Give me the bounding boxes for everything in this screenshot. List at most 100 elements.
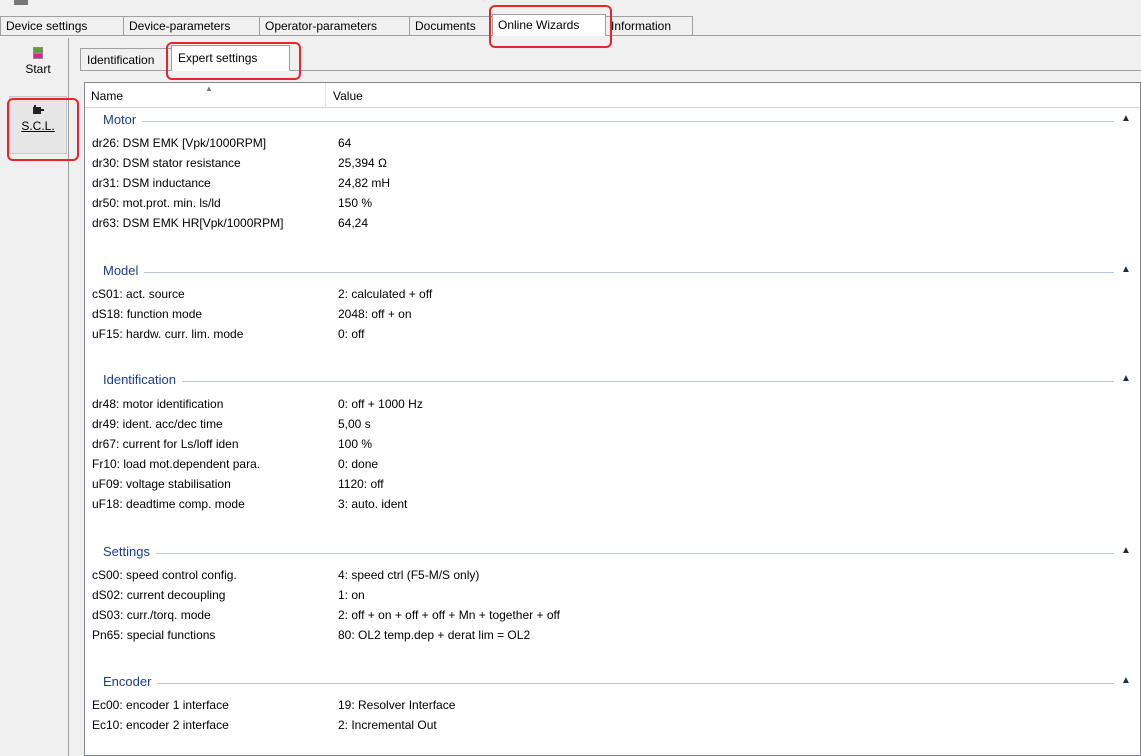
- motor-icon: [33, 105, 44, 114]
- param-value[interactable]: 24,82 mH: [338, 176, 390, 190]
- table-row[interactable]: dr49: ident. acc/dec time 5,00 s: [85, 414, 1140, 434]
- param-value[interactable]: 19: Resolver Interface: [338, 698, 455, 712]
- nav-scl-label: S.C.L.: [21, 119, 55, 133]
- param-value[interactable]: 4: speed ctrl (F5-M/S only): [338, 568, 479, 582]
- table-row[interactable]: cS01: act. source 2: calculated + off: [85, 284, 1140, 304]
- param-value[interactable]: 2: calculated + off: [338, 287, 432, 301]
- group-divider: [103, 121, 1114, 122]
- param-value[interactable]: 0: off + 1000 Hz: [338, 397, 423, 411]
- table-row[interactable]: Ec00: encoder 1 interface 19: Resolver In…: [85, 695, 1140, 715]
- left-nav: Start S.C.L.: [6, 38, 69, 756]
- window-top-strip: [0, 0, 1141, 12]
- param-name: dS18: function mode: [92, 307, 203, 321]
- param-name: dr30: DSM stator resistance: [92, 156, 241, 170]
- param-value[interactable]: 2048: off + on: [338, 307, 412, 321]
- chevron-up-icon[interactable]: ▲: [1120, 113, 1132, 125]
- param-name: dr63: DSM EMK HR[Vpk/1000RPM]: [92, 216, 284, 230]
- tab-device-parameters[interactable]: Device-parameters: [123, 16, 260, 35]
- param-name: dS02: current decoupling: [92, 588, 226, 602]
- group-encoder[interactable]: Encoder ▲: [85, 672, 1140, 692]
- group-title: Model: [103, 263, 145, 278]
- subtab-expert-settings[interactable]: Expert settings: [171, 45, 290, 71]
- param-name: dr26: DSM EMK [Vpk/1000RPM]: [92, 136, 267, 150]
- table-row[interactable]: Pn65: special functions 80: OL2 temp.dep …: [85, 625, 1140, 645]
- keb-drive-icon: [33, 47, 43, 59]
- param-name: dr49: ident. acc/dec time: [92, 417, 223, 431]
- param-name: uF15: hardw. curr. lim. mode: [92, 327, 244, 341]
- param-name: uF18: deadtime comp. mode: [92, 497, 245, 511]
- table-row[interactable]: dr63: DSM EMK HR[Vpk/1000RPM] 64,24: [85, 213, 1140, 233]
- group-model[interactable]: Model ▲: [85, 261, 1140, 281]
- group-title: Identification: [103, 372, 182, 387]
- chevron-up-icon[interactable]: ▲: [1120, 264, 1132, 276]
- group-divider: [103, 272, 1114, 273]
- chevron-up-icon[interactable]: ▲: [1120, 373, 1132, 385]
- group-motor[interactable]: Motor ▲: [85, 110, 1140, 130]
- table-row[interactable]: cS00: speed control config. 4: speed ctrl…: [85, 565, 1140, 585]
- param-name: uF09: voltage stabilisation: [92, 477, 231, 491]
- param-value[interactable]: 25,394 Ω: [338, 156, 387, 170]
- table-row[interactable]: dr67: current for Ls/loff iden 100 %: [85, 434, 1140, 454]
- group-identification[interactable]: Identification ▲: [85, 370, 1140, 390]
- param-value[interactable]: 0: off: [338, 327, 364, 341]
- subtab-identification[interactable]: Identification: [80, 48, 172, 70]
- param-name: dr48: motor identification: [92, 397, 224, 411]
- param-value[interactable]: 64: [338, 136, 351, 150]
- table-row[interactable]: uF09: voltage stabilisation 1120: off: [85, 474, 1140, 494]
- tab-online-wizards[interactable]: Online Wizards: [492, 14, 606, 36]
- wizard-content: Identification Expert settings Name ▲ Va…: [74, 40, 1141, 756]
- param-name: Ec10: encoder 2 interface: [92, 718, 229, 732]
- table-row[interactable]: dr30: DSM stator resistance 25,394 Ω: [85, 153, 1140, 173]
- group-divider: [103, 553, 1114, 554]
- param-name: Ec00: encoder 1 interface: [92, 698, 229, 712]
- group-divider: [103, 683, 1114, 684]
- param-name: dS03: curr./torq. mode: [92, 608, 211, 622]
- nav-start[interactable]: Start: [10, 46, 66, 76]
- chevron-up-icon[interactable]: ▲: [1120, 675, 1132, 687]
- table-row[interactable]: dr50: mot.prot. min. ls/ld 150 %: [85, 193, 1140, 213]
- table-row[interactable]: Ec10: encoder 2 interface 2: Incremental …: [85, 715, 1140, 735]
- param-name: Fr10: load mot.dependent para.: [92, 457, 261, 471]
- column-header-value[interactable]: Value: [327, 83, 727, 107]
- param-value[interactable]: 1120: off: [338, 477, 384, 491]
- tab-documents[interactable]: Documents: [409, 16, 493, 35]
- param-value[interactable]: 100 %: [338, 437, 372, 451]
- table-row[interactable]: dS03: curr./torq. mode 2: off + on + off …: [85, 605, 1140, 625]
- column-header-name-label: Name: [91, 89, 124, 103]
- sort-ascending-icon: ▲: [205, 84, 213, 93]
- param-value[interactable]: 2: Incremental Out: [338, 718, 437, 732]
- param-name: cS01: act. source: [92, 287, 185, 301]
- table-row[interactable]: uF18: deadtime comp. mode 3: auto. ident: [85, 494, 1140, 514]
- table-row[interactable]: dS02: current decoupling 1: on: [85, 585, 1140, 605]
- nav-start-label: Start: [25, 62, 51, 76]
- table-row[interactable]: dr48: motor identification 0: off + 1000 …: [85, 394, 1140, 414]
- table-row[interactable]: dS18: function mode 2048: off + on: [85, 304, 1140, 324]
- param-value[interactable]: 1: on: [338, 588, 365, 602]
- param-value[interactable]: 0: done: [338, 457, 378, 471]
- group-title: Settings: [103, 544, 156, 559]
- group-title: Encoder: [103, 674, 158, 689]
- table-row[interactable]: Fr10: load mot.dependent para. 0: done: [85, 454, 1140, 474]
- param-name: dr31: DSM inductance: [92, 176, 211, 190]
- param-value[interactable]: 3: auto. ident: [338, 497, 407, 511]
- chevron-up-icon[interactable]: ▲: [1120, 545, 1132, 557]
- param-value[interactable]: 150 %: [338, 196, 372, 210]
- nav-scl[interactable]: S.C.L.: [9, 96, 67, 154]
- table-row[interactable]: dr31: DSM inductance 24,82 mH: [85, 173, 1140, 193]
- param-value[interactable]: 2: off + on + off + off + Mn + together …: [338, 608, 560, 622]
- param-value[interactable]: 64,24: [338, 216, 368, 230]
- param-name: Pn65: special functions: [92, 628, 216, 642]
- group-divider: [103, 381, 1114, 382]
- tab-operator-parameters[interactable]: Operator-parameters: [259, 16, 410, 35]
- table-row[interactable]: uF15: hardw. curr. lim. mode 0: off: [85, 324, 1140, 344]
- column-header-value-label: Value: [333, 89, 363, 103]
- table-row[interactable]: dr26: DSM EMK [Vpk/1000RPM] 64: [85, 133, 1140, 153]
- param-value[interactable]: 5,00 s: [338, 417, 371, 431]
- param-value[interactable]: 80: OL2 temp.dep + derat lim = OL2: [338, 628, 530, 642]
- tab-information[interactable]: Information: [605, 16, 693, 35]
- group-settings[interactable]: Settings ▲: [85, 542, 1140, 562]
- grid-header: Name ▲ Value: [85, 83, 1140, 108]
- param-name: dr50: mot.prot. min. ls/ld: [92, 196, 221, 210]
- tab-device-settings[interactable]: Device settings: [0, 16, 124, 35]
- window-top-nub: [14, 0, 28, 5]
